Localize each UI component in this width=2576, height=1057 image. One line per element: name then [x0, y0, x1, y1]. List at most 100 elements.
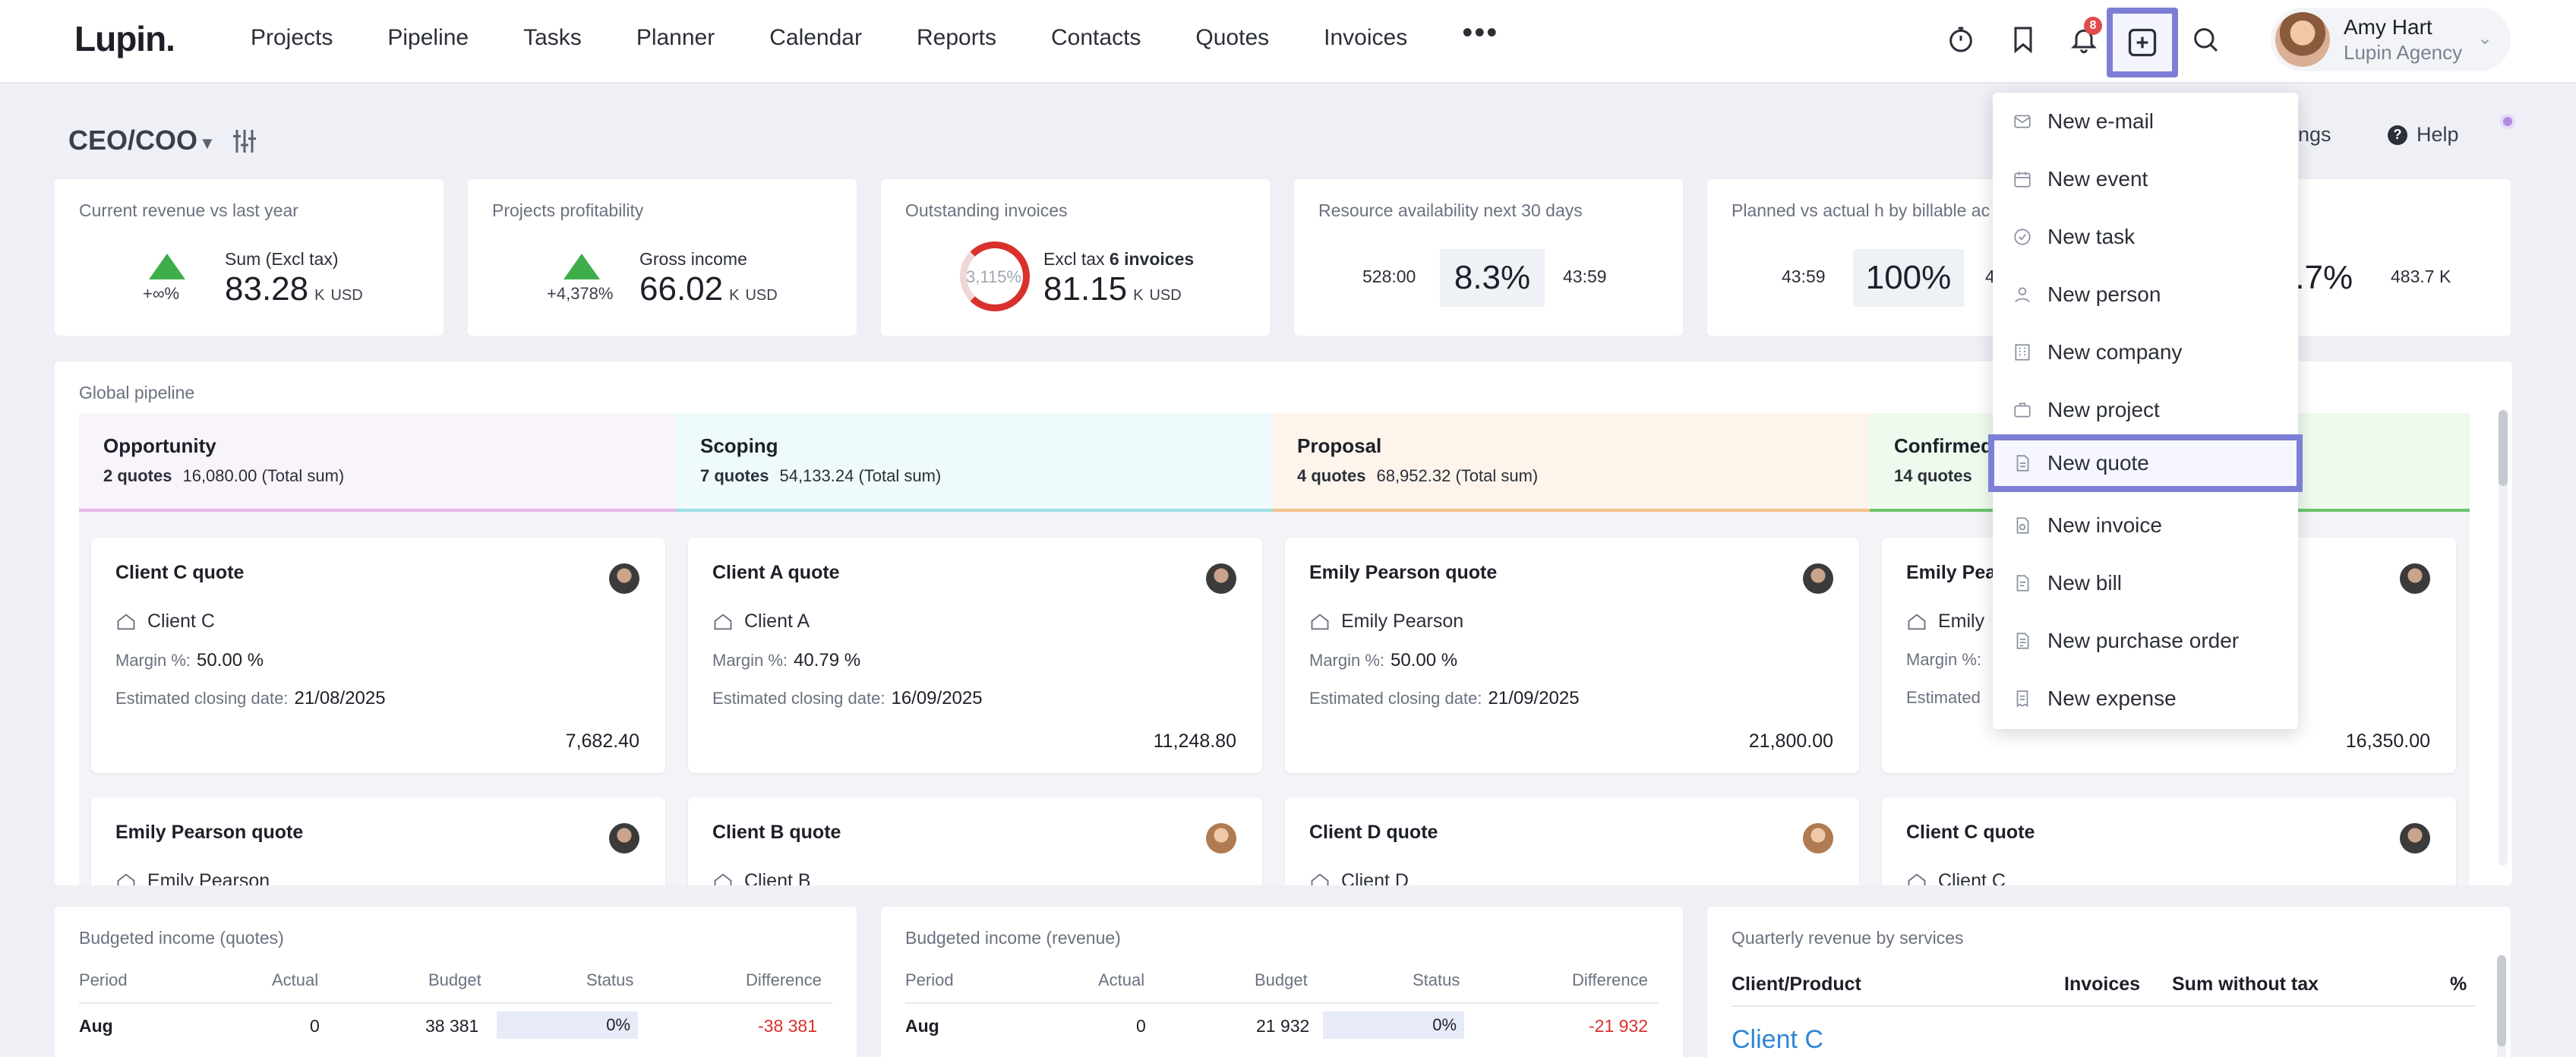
quote-card[interactable]: Client A quote Client A Margin %: 40.79 %… — [688, 538, 1262, 773]
column-header-sum-without-tax[interactable]: Sum without tax — [2172, 973, 2319, 995]
menu-item-label: New project — [2047, 398, 2160, 421]
menu-item-label: New bill — [2047, 571, 2123, 595]
column-header-difference[interactable]: Difference — [1572, 970, 1648, 990]
pipeline-scrollbar[interactable] — [2499, 410, 2508, 866]
menu-new-purchase-order[interactable]: New purchase order — [1993, 612, 2298, 670]
pipeline-column-opportunity: Opportunity 2 quotes 16,080.00 (Total sum… — [79, 413, 676, 512]
table-divider — [79, 1002, 832, 1004]
quote-client: Emily — [1906, 611, 1984, 633]
receipt-icon — [2016, 690, 2028, 708]
menu-new-expense[interactable]: New expense — [1993, 670, 2298, 727]
column-header-percent[interactable]: % — [2450, 973, 2467, 995]
quote-card[interactable]: Client D quote Client D — [1285, 797, 1859, 885]
quick-add-button[interactable] — [2107, 8, 2178, 77]
quote-amount: 16,350.00 — [2345, 730, 2430, 752]
help-label: Help — [2417, 123, 2459, 146]
search-icon[interactable] — [2183, 17, 2228, 62]
menu-new-event[interactable]: New event — [1993, 150, 2298, 208]
quote-card[interactable]: Client C quote Client C — [1882, 797, 2456, 885]
column-header-budget[interactable]: Budget — [1255, 970, 1308, 990]
nav-quotes[interactable]: Quotes — [1195, 25, 1269, 51]
column-header-status[interactable]: Status — [1413, 970, 1460, 990]
kpi-percentage: 8.3% — [1440, 249, 1545, 307]
owner-avatar — [1206, 563, 1236, 594]
quote-card[interactable]: Client B quote Client B — [688, 797, 1262, 885]
kpi-title: Outstanding invoices — [905, 200, 1068, 220]
scrollbar-thumb[interactable] — [2497, 955, 2506, 1046]
nav-reports[interactable]: Reports — [917, 25, 996, 51]
help-link[interactable]: ? Help — [2388, 123, 2459, 147]
bookmark-icon[interactable] — [2000, 17, 2046, 62]
column-header-actual[interactable]: Actual — [1098, 970, 1144, 990]
menu-item-label: New event — [2047, 167, 2148, 191]
timer-icon[interactable] — [1938, 17, 1984, 62]
cell-budget: 38 381 — [425, 1016, 479, 1036]
nav-calendar[interactable]: Calendar — [769, 25, 862, 51]
nav-more-icon[interactable]: ••• — [1462, 16, 1498, 50]
quote-card[interactable]: Client C quote Client C Margin %: 50.00 %… — [91, 538, 665, 773]
nav-planner[interactable]: Planner — [636, 25, 715, 51]
menu-item-label: New person — [2047, 282, 2161, 306]
column-header-actual[interactable]: Actual — [272, 970, 318, 990]
quote-title: Emily Pea — [1906, 562, 1997, 583]
menu-new-company[interactable]: New company — [1993, 323, 2298, 381]
briefcase-icon — [2014, 402, 2031, 418]
quote-amount: 7,682.40 — [565, 730, 639, 752]
menu-item-label: New e-mail — [2047, 109, 2155, 133]
column-header-invoices[interactable]: Invoices — [2064, 973, 2140, 995]
kpi-title: Planned vs actual h by billable ac — [1732, 200, 1990, 220]
kpi-resource-availability-card[interactable]: Resource availability next 30 days 528:0… — [1294, 179, 1683, 336]
menu-item-label: New task — [2047, 225, 2136, 248]
nav-contacts[interactable]: Contacts — [1051, 25, 1141, 51]
column-header-period[interactable]: Period — [79, 970, 128, 990]
menu-new-person[interactable]: New person — [1993, 266, 2298, 323]
column-header-difference[interactable]: Difference — [746, 970, 822, 990]
caret-down-icon[interactable]: ▼ — [199, 134, 216, 153]
person-icon — [2015, 287, 2030, 303]
envelope-icon — [2014, 115, 2031, 128]
owner-avatar — [1803, 563, 1833, 594]
column-header-status[interactable]: Status — [586, 970, 633, 990]
kpi-left-value: 43:59 — [1782, 267, 1826, 286]
nav-invoices[interactable]: Invoices — [1324, 25, 1407, 51]
kpi-value: 66.02 K USD — [639, 270, 778, 308]
column-header-period[interactable]: Period — [905, 970, 954, 990]
menu-new-invoice[interactable]: New invoice — [1993, 497, 2298, 554]
kpi-title: Projects profitability — [492, 200, 644, 220]
sliders-icon[interactable] — [229, 126, 260, 156]
column-header-client-product[interactable]: Client/Product — [1732, 973, 1861, 995]
menu-new-bill[interactable]: New bill — [1993, 554, 2298, 612]
menu-new-quote[interactable]: New quote — [1988, 434, 2303, 492]
pipeline-column-scoping: Scoping 7 quotes 54,133.24 (Total sum) — [676, 413, 1273, 512]
nav-projects[interactable]: Projects — [251, 25, 333, 51]
calendar-icon — [2014, 172, 2031, 188]
column-header-budget[interactable]: Budget — [428, 970, 481, 990]
menu-new-email[interactable]: New e-mail — [1993, 93, 2298, 150]
client-link[interactable]: Client C — [1732, 1025, 1823, 1055]
quote-client: Emily Pearson — [115, 870, 270, 885]
user-menu[interactable]: Amy Hart Lupin Agency ⌄ — [2271, 8, 2511, 71]
quarterly-scrollbar[interactable] — [2497, 955, 2506, 1057]
kpi-revenue-card[interactable]: Current revenue vs last year +∞% Sum (Ex… — [55, 179, 444, 336]
user-avatar — [2275, 12, 2330, 67]
quote-client: Client B — [712, 870, 811, 885]
kpi-title: Resource availability next 30 days — [1318, 200, 1583, 220]
kpi-outstanding-invoices-card[interactable]: Outstanding invoices 3,115% Excl tax 6 i… — [881, 179, 1270, 336]
notifications-bell-icon[interactable]: 8 — [2061, 17, 2107, 62]
quote-card[interactable]: Emily Pearson quote Emily Pearson Margin… — [1285, 538, 1859, 773]
nav-tasks[interactable]: Tasks — [523, 25, 582, 51]
owner-avatar — [2400, 823, 2430, 853]
budgeted-income-revenue-panel: Budgeted income (revenue) Period Actual … — [881, 907, 1683, 1057]
quote-client: Client D — [1309, 870, 1409, 885]
menu-new-project[interactable]: New project — [1993, 381, 2298, 439]
kpi-profitability-card[interactable]: Projects profitability +4,378% Gross inc… — [468, 179, 857, 336]
dashboard-role-selector[interactable]: CEO/COO — [68, 125, 197, 156]
nav-pipeline[interactable]: Pipeline — [387, 25, 469, 51]
kpi-delta: +∞% — [143, 284, 180, 303]
app-logo[interactable]: Lupin. — [74, 18, 175, 59]
menu-new-task[interactable]: New task — [1993, 208, 2298, 266]
owner-avatar — [1803, 823, 1833, 853]
quote-card[interactable]: Emily Pearson quote Emily Pearson — [91, 797, 665, 885]
column-summary: 7 quotes 54,133.24 (Total sum) — [700, 466, 942, 485]
scrollbar-thumb[interactable] — [2499, 410, 2508, 486]
